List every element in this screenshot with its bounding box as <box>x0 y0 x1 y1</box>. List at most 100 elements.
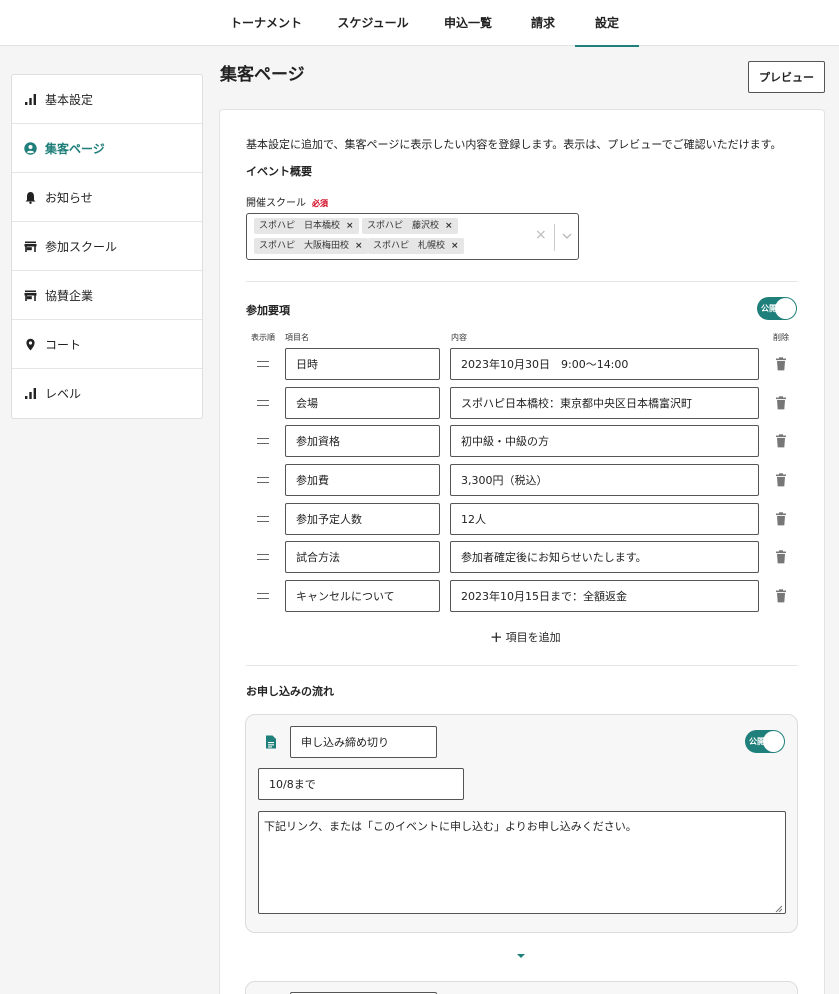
flow-publish-toggle[interactable]: 公開 <box>745 730 785 753</box>
resize-handle-icon[interactable] <box>775 903 783 913</box>
item-content-input[interactable]: 初中級・中級の方 <box>450 425 759 457</box>
page-description: 基本設定に追加で、集客ページに表示したい内容を登録します。表示は、プレビューでご… <box>246 138 782 151</box>
sidebar-item-landing-page[interactable]: 集客ページ <box>12 124 202 173</box>
col-order-header: 表示順 <box>251 333 275 342</box>
drag-handle-icon[interactable] <box>257 477 269 483</box>
sidebar-item-sponsors[interactable]: 協賛企業 <box>12 271 202 320</box>
caret-down-icon[interactable] <box>517 954 525 958</box>
sidebar-item-notices[interactable]: お知らせ <box>12 173 202 222</box>
sidebar-item-label: 協賛企業 <box>45 288 94 303</box>
item-name-input[interactable]: 参加資格 <box>285 425 440 457</box>
add-item-button[interactable]: + 項目を追加 <box>490 629 561 645</box>
sidebar-item-label: 集客ページ <box>45 141 105 156</box>
clear-icon[interactable]: × <box>535 227 547 243</box>
requirements-section-title: 参加要項 <box>246 304 290 317</box>
overview-section-title: イベント概要 <box>246 165 312 178</box>
account-circle-icon <box>24 141 37 155</box>
flow-section-title: お申し込みの流れ <box>246 685 334 698</box>
drag-handle-icon[interactable] <box>257 516 269 522</box>
chevron-down-icon[interactable] <box>560 229 574 243</box>
required-badge: 必須 <box>312 199 328 208</box>
page-title: 集客ページ <box>220 65 305 85</box>
chip-remove-icon[interactable]: × <box>451 238 459 254</box>
location-pin-icon <box>24 338 37 351</box>
sidebar-item-label: 参加スクール <box>45 239 118 254</box>
item-name-input[interactable]: 参加予定人数 <box>285 503 440 535</box>
drag-handle-icon[interactable] <box>257 400 269 406</box>
store-icon <box>24 289 37 302</box>
document-icon <box>265 735 277 749</box>
sidebar-item-schools[interactable]: 参加スクール <box>12 222 202 271</box>
section-divider <box>246 281 798 282</box>
drag-handle-icon[interactable] <box>257 361 269 367</box>
plus-icon: + <box>490 627 503 646</box>
sidebar: 基本設定 集客ページ お知らせ 参加スクール 協賛企業 コート レベル <box>11 74 203 419</box>
school-chip-label: スポハピ 大阪梅田校 <box>259 241 350 251</box>
school-chip-label: スポハピ 札幌校 <box>373 241 446 251</box>
item-name-input[interactable]: 参加費 <box>285 464 440 496</box>
item-name-input[interactable]: 日時 <box>285 348 440 380</box>
school-chip: スポハピ 藤沢校 × <box>362 218 458 234</box>
top-nav: トーナメント スケジュール 申込一覧 請求 設定 <box>0 0 839 47</box>
trash-icon[interactable] <box>775 550 787 564</box>
sidebar-item-label: お知らせ <box>45 190 93 205</box>
tab-settings[interactable]: 設定 <box>575 0 639 47</box>
school-multiselect[interactable]: スポハピ 日本橋校 × スポハピ 藤沢校 × スポハピ 大阪梅田校 × スポハピ 札幌… <box>246 213 579 260</box>
drag-handle-icon[interactable] <box>257 554 269 560</box>
bar-chart-icon <box>24 93 37 106</box>
drag-handle-icon[interactable] <box>257 593 269 599</box>
drag-handle-icon[interactable] <box>257 438 269 444</box>
chip-remove-icon[interactable]: × <box>355 238 363 254</box>
school-field-label: 開催スクール 必須 <box>246 194 328 209</box>
sidebar-item-label: レベル <box>45 387 82 401</box>
bell-icon <box>24 191 37 204</box>
item-content-input[interactable]: 12人 <box>450 503 759 535</box>
step-body-textarea[interactable]: 下記リンク、または「このイベントに申し込む」よりお申し込みください。 <box>258 811 786 914</box>
select-separator <box>554 224 555 251</box>
item-name-input[interactable]: キャンセルについて <box>285 580 440 612</box>
sidebar-item-label: 基本設定 <box>45 92 94 107</box>
sidebar-item-basic-settings[interactable]: 基本設定 <box>12 75 202 124</box>
tab-schedule[interactable]: スケジュール <box>333 0 413 46</box>
bar-chart-icon <box>24 387 37 400</box>
col-content-header: 内容 <box>451 333 467 342</box>
deadline-input[interactable]: 10/8まで <box>258 768 464 800</box>
item-content-input[interactable]: 参加者確定後にお知らせいたします。 <box>450 541 759 573</box>
trash-icon[interactable] <box>775 512 787 526</box>
requirements-publish-toggle[interactable]: 公開 <box>757 297 797 320</box>
item-name-input[interactable]: 会場 <box>285 387 440 419</box>
col-delete-header: 削除 <box>773 333 789 342</box>
item-content-input[interactable]: 2023年10月30日 9:00〜14:00 <box>450 348 759 380</box>
toggle-knob <box>775 298 796 319</box>
sidebar-item-courts[interactable]: コート <box>12 320 202 369</box>
tab-applications[interactable]: 申込一覧 <box>438 0 498 46</box>
tab-tournament[interactable]: トーナメント <box>226 0 306 46</box>
tab-billing[interactable]: 請求 <box>522 0 564 46</box>
trash-icon[interactable] <box>775 434 787 448</box>
trash-icon[interactable] <box>775 357 787 371</box>
chip-remove-icon[interactable]: × <box>346 218 354 234</box>
store-icon <box>24 240 37 253</box>
add-item-label: 項目を追加 <box>505 631 561 644</box>
sidebar-item-levels[interactable]: レベル <box>12 369 202 418</box>
step-title-input[interactable]: 申し込み締め切り <box>290 726 437 758</box>
toggle-knob <box>763 731 784 752</box>
item-content-input[interactable]: 3,300円（税込） <box>450 464 759 496</box>
school-chip: スポハピ 日本橋校 × <box>254 218 359 234</box>
col-name-header: 項目名 <box>285 333 309 342</box>
preview-button[interactable]: プレビュー <box>748 61 825 93</box>
trash-icon[interactable] <box>775 396 787 410</box>
sidebar-item-label: コート <box>45 337 82 352</box>
chip-remove-icon[interactable]: × <box>445 218 453 234</box>
school-chip-label: スポハピ 藤沢校 <box>367 221 440 231</box>
school-label-text: 開催スクール <box>246 198 306 209</box>
item-content-input[interactable]: スポハピ日本橋校：東京都中央区日本橋富沢町 <box>450 387 759 419</box>
item-content-input[interactable]: 2023年10月15日まで：全額返金 <box>450 580 759 612</box>
trash-icon[interactable] <box>775 473 787 487</box>
section-divider <box>246 665 798 666</box>
school-chip-label: スポハピ 日本橋校 <box>259 221 341 231</box>
step-body-text: 下記リンク、または「このイベントに申し込む」よりお申し込みください。 <box>264 820 637 833</box>
trash-icon[interactable] <box>775 589 787 603</box>
item-name-input[interactable]: 試合方法 <box>285 541 440 573</box>
school-chip: スポハピ 大阪梅田校 × <box>254 238 368 254</box>
